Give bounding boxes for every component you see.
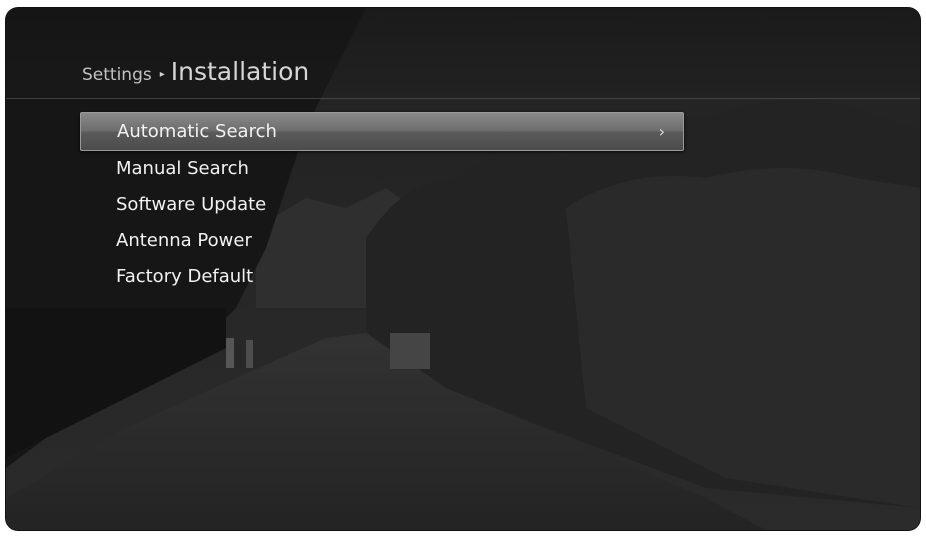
installation-menu: Automatic Search › Manual Search Softwar… xyxy=(80,112,684,295)
menu-item-manual-search[interactable]: Manual Search xyxy=(80,151,684,187)
breadcrumb-parent[interactable]: Settings xyxy=(82,64,152,86)
menu-item-label: Manual Search xyxy=(116,158,249,179)
tv-screen: Settings ▸ Installation Automatic Search… xyxy=(6,8,920,530)
chevron-right-icon: › xyxy=(658,122,665,141)
menu-item-factory-default[interactable]: Factory Default xyxy=(80,259,684,295)
menu-item-label: Antenna Power xyxy=(116,230,252,251)
triangle-right-icon: ▸ xyxy=(159,69,165,80)
page-title: Installation xyxy=(170,57,310,86)
menu-item-automatic-search[interactable]: Automatic Search › xyxy=(80,112,684,151)
menu-item-software-update[interactable]: Software Update xyxy=(80,187,684,223)
breadcrumb: Settings ▸ Installation xyxy=(82,54,309,86)
menu-item-antenna-power[interactable]: Antenna Power xyxy=(80,223,684,259)
menu-item-label: Factory Default xyxy=(116,266,254,287)
menu-item-label: Automatic Search xyxy=(117,121,277,142)
menu-item-label: Software Update xyxy=(116,194,267,215)
